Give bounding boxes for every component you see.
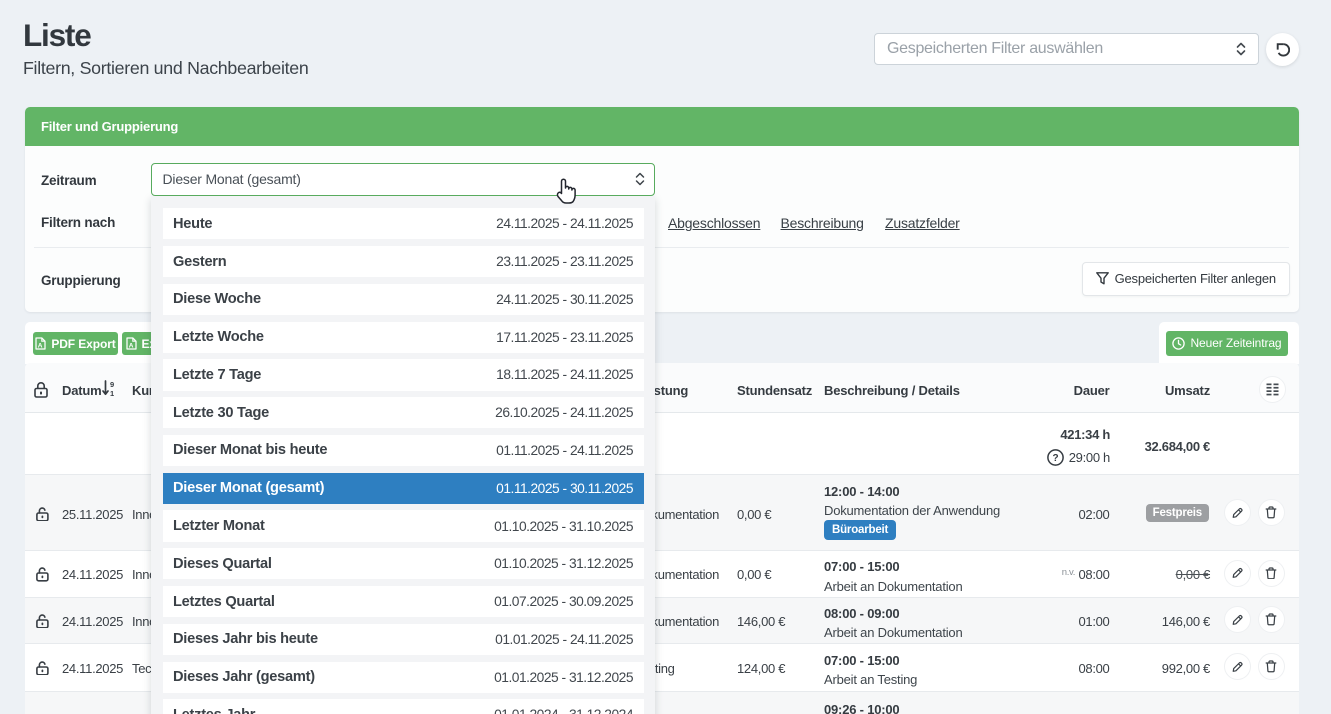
svg-text:?: ? <box>1052 453 1058 464</box>
svg-text:A: A <box>38 343 43 350</box>
svg-text:A: A <box>128 343 133 350</box>
svg-text:1: 1 <box>110 389 114 397</box>
svg-text:9: 9 <box>110 380 114 389</box>
